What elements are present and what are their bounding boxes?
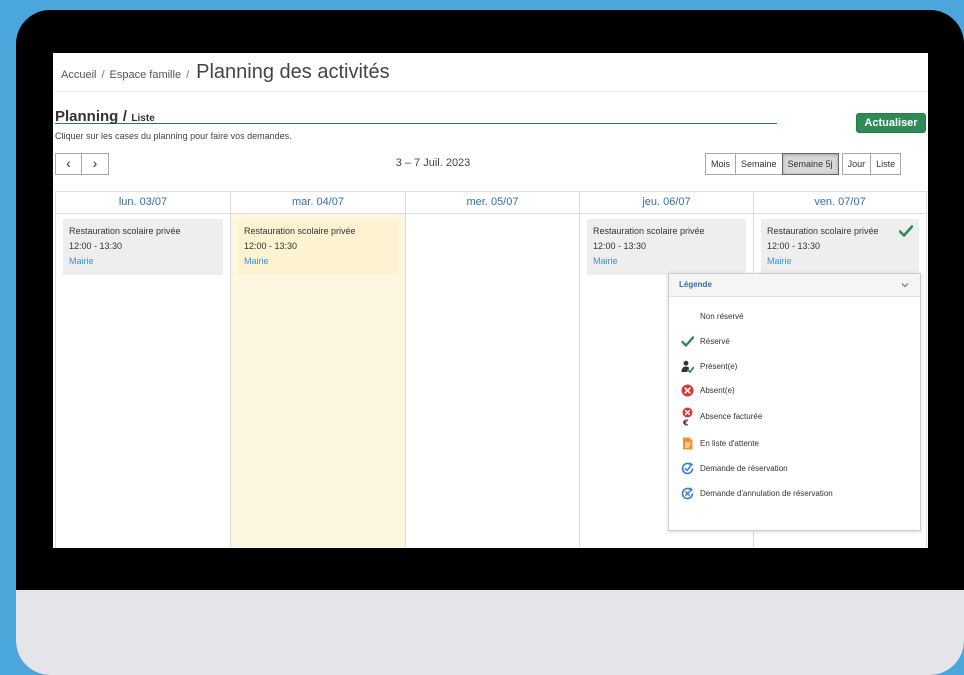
refresh-check-icon (681, 462, 694, 475)
event-location: Mairie (593, 256, 618, 266)
legend-panel: Légende Non réservé Réservé Présent(e) A… (668, 273, 921, 531)
event-location: Mairie (767, 256, 792, 266)
event-card[interactable]: Restauration scolaire privée 12:00 - 13:… (238, 219, 398, 275)
date-range: 3 – 7 Juil. 2023 (395, 157, 471, 169)
day-header: mar. 04/07 (231, 191, 405, 214)
planning-title: Planning (55, 108, 119, 125)
refresh-x-icon (681, 487, 694, 500)
day-header: ven. 07/07 (754, 191, 926, 214)
legend-item-reservation-request: Demande de réservation (681, 462, 788, 475)
legend-label: Réservé (700, 337, 730, 346)
view-day-button[interactable]: Jour (841, 153, 872, 175)
person-check-icon (681, 360, 694, 373)
legend-item-reserved: Réservé (681, 335, 730, 348)
legend-label: Demande de réservation (700, 464, 788, 473)
x-circle-icon (681, 384, 694, 397)
event-card[interactable]: Restauration scolaire privée 12:00 - 13:… (587, 219, 746, 275)
event-location: Mairie (244, 256, 269, 266)
legend-item-waitlist: En liste d'attente (681, 437, 759, 450)
next-week-button[interactable]: › (82, 153, 109, 175)
device-frame: Accueil / Espace famille / Planning des acti… (16, 10, 964, 675)
refresh-button[interactable]: Actualiser (856, 113, 926, 133)
breadcrumb-separator: / (101, 69, 105, 81)
day-header: mer. 05/07 (406, 191, 579, 214)
legend-item-present: Présent(e) (681, 360, 737, 373)
view-switcher: Mois Semaine Semaine 5j Jour Liste (705, 153, 902, 175)
app-screen: Accueil / Espace famille / Planning des acti… (53, 53, 928, 548)
planning-hint: Cliquer sur les cases du planning pour f… (55, 131, 292, 141)
day-header: lun. 03/07 (56, 191, 230, 214)
device-chin (16, 590, 964, 675)
day-column-monday[interactable]: lun. 03/07 Restauration scolaire privée … (56, 191, 231, 548)
legend-item-absent: Absent(e) (681, 384, 735, 397)
legend-label: En liste d'attente (700, 439, 759, 448)
view-month-button[interactable]: Mois (705, 153, 737, 175)
event-location: Mairie (69, 256, 94, 266)
legend-label: Absent(e) (700, 386, 735, 395)
event-time: 12:00 - 13:30 (244, 241, 298, 251)
header-divider (53, 91, 928, 92)
day-column-wednesday[interactable]: mer. 05/07 (406, 191, 580, 548)
event-title: Restauration scolaire privée (69, 226, 181, 236)
legend-header[interactable]: Légende (669, 274, 920, 297)
document-icon (683, 437, 693, 450)
check-icon (681, 336, 694, 347)
breadcrumb-separator: / (186, 69, 190, 81)
event-time: 12:00 - 13:30 (69, 241, 123, 251)
legend-label: Absence facturée (700, 412, 763, 421)
view-week5-button[interactable]: Semaine 5j (781, 153, 839, 175)
event-title: Restauration scolaire privée (244, 226, 356, 236)
breadcrumb-home-link[interactable]: Accueil (61, 69, 96, 81)
planning-heading: Planning / Liste (55, 108, 777, 125)
event-card[interactable]: Restauration scolaire privée 12:00 - 13:… (63, 219, 223, 275)
page-title: Planning des activités (196, 61, 390, 83)
chevron-down-icon[interactable] (900, 280, 910, 290)
week-navigation: ‹ › (55, 153, 109, 175)
event-card[interactable]: Restauration scolaire privée 12:00 - 13:… (761, 219, 919, 275)
event-title: Restauration scolaire privée (767, 226, 879, 236)
legend-label: Présent(e) (700, 362, 738, 371)
breadcrumb-section-link[interactable]: Espace famille (110, 69, 182, 81)
previous-week-button[interactable]: ‹ (55, 153, 82, 175)
view-list-button[interactable]: Liste (870, 153, 902, 175)
svg-text:€: € (682, 419, 689, 427)
legend-label: Non réservé (700, 312, 744, 321)
x-circle-euro-icon: € (682, 407, 693, 427)
event-time: 12:00 - 13:30 (767, 241, 821, 251)
day-header: jeu. 06/07 (580, 191, 753, 214)
list-view-link[interactable]: Liste (131, 113, 154, 124)
legend-item-billed-absence: € Absence facturée (681, 407, 762, 426)
breadcrumb: Accueil / Espace famille / Planning des acti… (61, 61, 390, 84)
event-title: Restauration scolaire privée (593, 226, 705, 236)
blank-icon (681, 310, 694, 323)
legend-item-cancellation-request: Demande d'annulation de réservation (681, 487, 833, 500)
event-time: 12:00 - 13:30 (593, 241, 647, 251)
legend-label: Demande d'annulation de réservation (700, 489, 833, 498)
legend-item-not-reserved: Non réservé (681, 310, 744, 323)
planning-title-separator: / (122, 108, 127, 125)
legend-title: Légende (679, 280, 712, 289)
view-week-button[interactable]: Semaine (735, 153, 783, 175)
check-icon (899, 225, 913, 237)
day-column-tuesday[interactable]: mar. 04/07 Restauration scolaire privée … (231, 191, 406, 548)
